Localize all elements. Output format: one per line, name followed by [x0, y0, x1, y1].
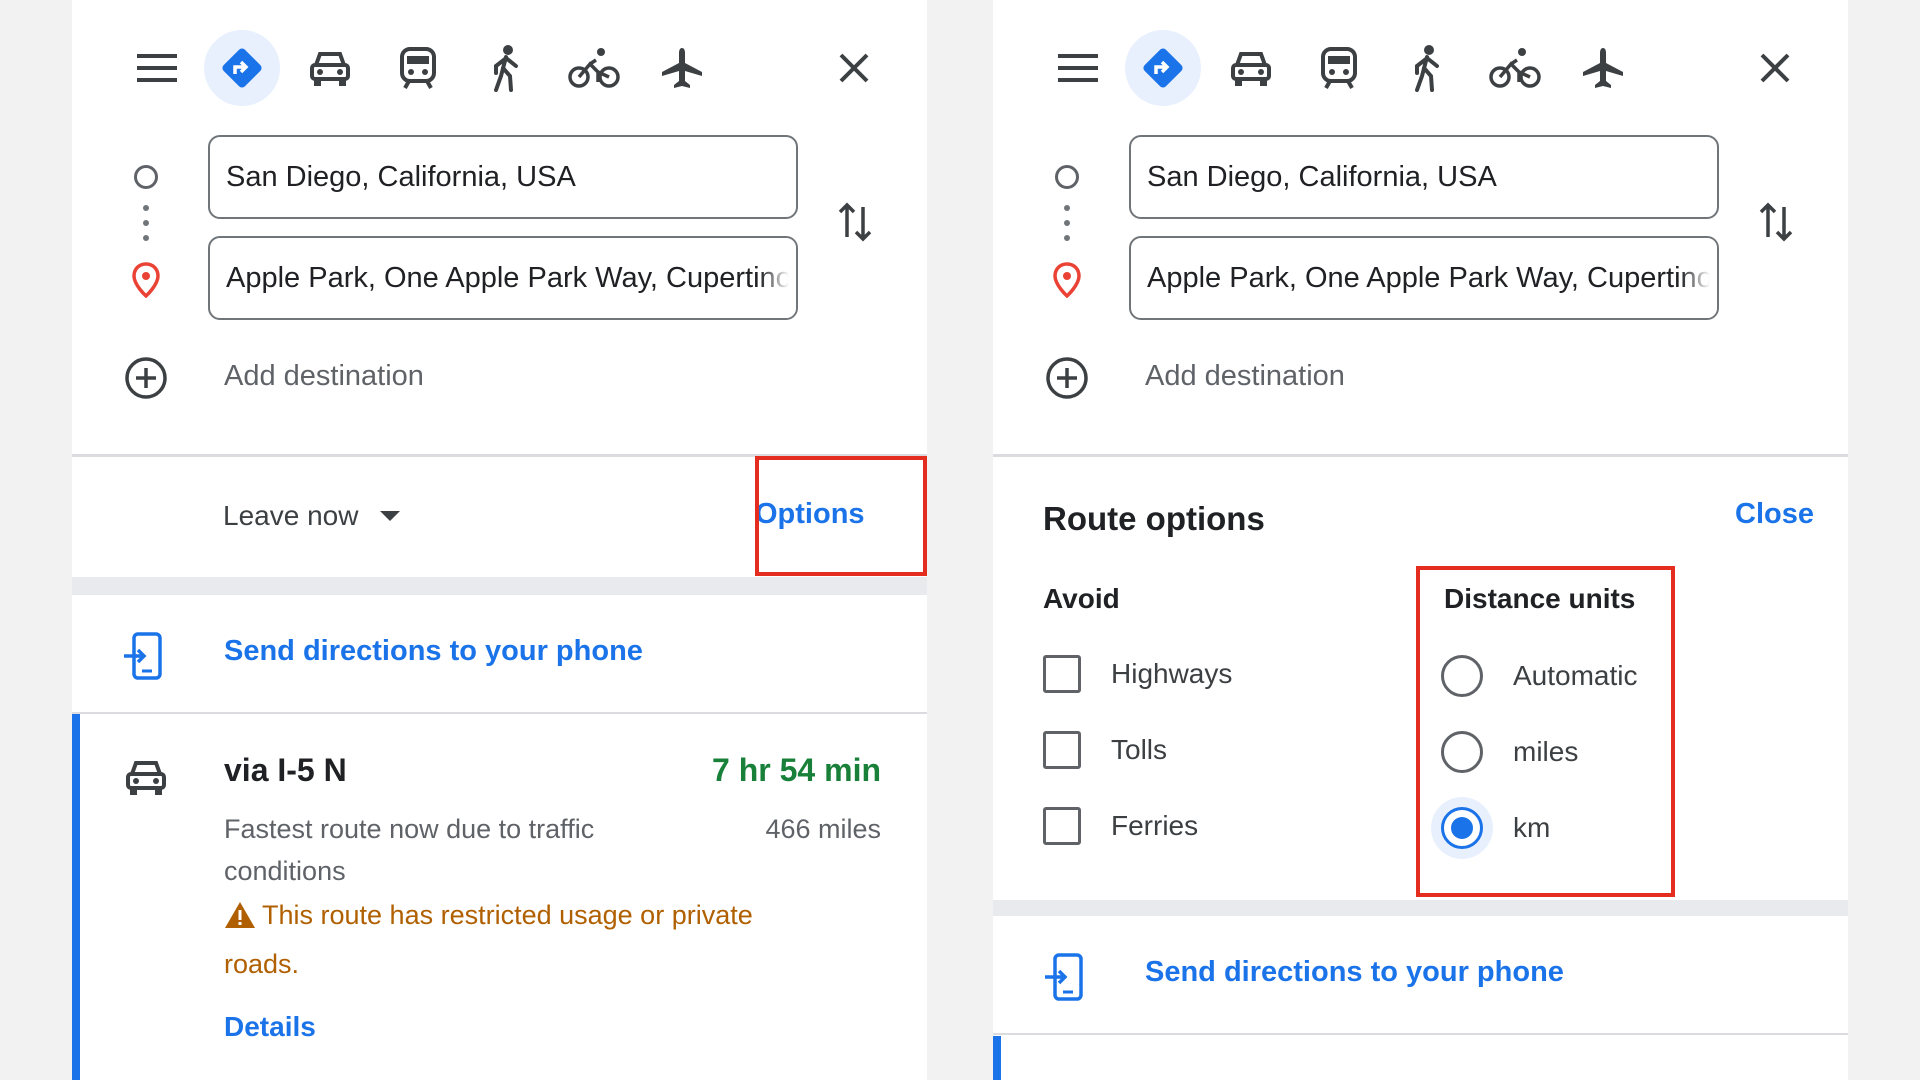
add-destination-icon[interactable]	[124, 356, 168, 405]
divider	[993, 1033, 1848, 1035]
route-warning: This route has restricted usage or priva…	[224, 893, 814, 986]
route-duration: 7 hr 54 min	[712, 752, 881, 788]
travel-mode-bar	[72, 30, 927, 106]
destination-input-value: Apple Park, One Apple Park Way, Cupertin…	[1147, 261, 1713, 294]
route-warning-text: This route has restricted usage or priva…	[224, 900, 753, 979]
flight-icon[interactable]	[644, 30, 720, 106]
close-icon[interactable]	[816, 30, 892, 106]
selected-route-indicator	[72, 714, 80, 1080]
best-route-icon[interactable]	[204, 30, 280, 106]
car-icon[interactable]	[292, 30, 368, 106]
route-car-icon	[124, 758, 168, 801]
send-to-phone-row[interactable]: Send directions to your phone	[72, 595, 927, 712]
origin-input[interactable]: San Diego, California, USA	[1129, 135, 1719, 219]
checkbox-label: Ferries	[1111, 810, 1199, 841]
send-to-phone-icon	[1043, 952, 1085, 1007]
route-distance: 466 miles	[765, 814, 881, 844]
divider	[72, 712, 927, 714]
destination-input-value: Apple Park, One Apple Park Way, Cupertin…	[226, 261, 792, 294]
walk-icon[interactable]	[468, 30, 544, 106]
selected-route-indicator	[993, 1036, 1001, 1080]
menu-icon[interactable]	[119, 30, 195, 106]
add-destination-button[interactable]: Add destination	[1145, 360, 1345, 393]
leave-now-dropdown[interactable]: Leave now	[223, 500, 401, 532]
highlight-box	[755, 456, 927, 576]
route-description: Fastest route now due to traffic conditi…	[224, 814, 595, 886]
directions-panel-left: San Diego, California, USA Apple Park, O…	[72, 0, 927, 1080]
swap-icon[interactable]	[1758, 199, 1794, 250]
directions-panel-right: San Diego, California, USA Apple Park, O…	[993, 0, 1848, 1080]
checkbox-label: Highways	[1111, 658, 1233, 689]
origin-dot-icon	[1055, 165, 1079, 189]
origin-input[interactable]: San Diego, California, USA	[208, 135, 798, 219]
route-name[interactable]: via I-5 N	[224, 752, 347, 789]
walk-icon[interactable]	[1389, 30, 1465, 106]
route-dots-icon	[1064, 205, 1070, 250]
highlight-box	[1416, 566, 1675, 897]
checkbox[interactable]	[1043, 807, 1081, 845]
avoid-title: Avoid	[1043, 583, 1120, 614]
car-icon[interactable]	[1213, 30, 1289, 106]
send-to-phone-link[interactable]: Send directions to your phone	[224, 635, 643, 668]
divider	[993, 454, 1848, 457]
avoid-ferries-checkbox[interactable]: Ferries	[1043, 806, 1198, 846]
origin-dot-icon	[134, 165, 158, 189]
checkbox[interactable]	[1043, 655, 1081, 693]
destination-input[interactable]: Apple Park, One Apple Park Way, Cupertin…	[1129, 236, 1719, 320]
details-link[interactable]: Details	[224, 1011, 316, 1043]
send-to-phone-icon	[122, 631, 164, 686]
swap-icon[interactable]	[837, 199, 873, 250]
checkbox-label: Tolls	[1111, 734, 1168, 765]
divider	[72, 577, 927, 595]
send-to-phone-link[interactable]: Send directions to your phone	[1145, 956, 1564, 989]
close-options-button[interactable]: Close	[1735, 498, 1814, 531]
avoid-tolls-checkbox[interactable]: Tolls	[1043, 730, 1167, 770]
divider	[993, 900, 1848, 916]
bike-icon[interactable]	[556, 30, 632, 106]
warning-icon	[224, 898, 256, 942]
avoid-highways-checkbox[interactable]: Highways	[1043, 654, 1232, 694]
transit-icon[interactable]	[380, 30, 456, 106]
add-destination-icon[interactable]	[1045, 356, 1089, 405]
flight-icon[interactable]	[1565, 30, 1641, 106]
transit-icon[interactable]	[1301, 30, 1377, 106]
origin-input-value: San Diego, California, USA	[1147, 160, 1497, 193]
leave-now-label: Leave now	[223, 500, 359, 531]
destination-pin-icon	[1052, 262, 1082, 303]
destination-input[interactable]: Apple Park, One Apple Park Way, Cupertin…	[208, 236, 798, 320]
checkbox[interactable]	[1043, 731, 1081, 769]
route-dots-icon	[143, 205, 149, 250]
close-icon[interactable]	[1737, 30, 1813, 106]
menu-icon[interactable]	[1040, 30, 1116, 106]
destination-pin-icon	[131, 262, 161, 303]
route-options-title: Route options	[1043, 500, 1265, 537]
send-to-phone-row[interactable]: Send directions to your phone	[993, 916, 1848, 1033]
origin-input-value: San Diego, California, USA	[226, 160, 576, 193]
caret-down-icon	[380, 511, 401, 521]
bike-icon[interactable]	[1477, 30, 1553, 106]
travel-mode-bar	[993, 30, 1848, 106]
add-destination-button[interactable]: Add destination	[224, 360, 424, 393]
best-route-icon[interactable]	[1125, 30, 1201, 106]
